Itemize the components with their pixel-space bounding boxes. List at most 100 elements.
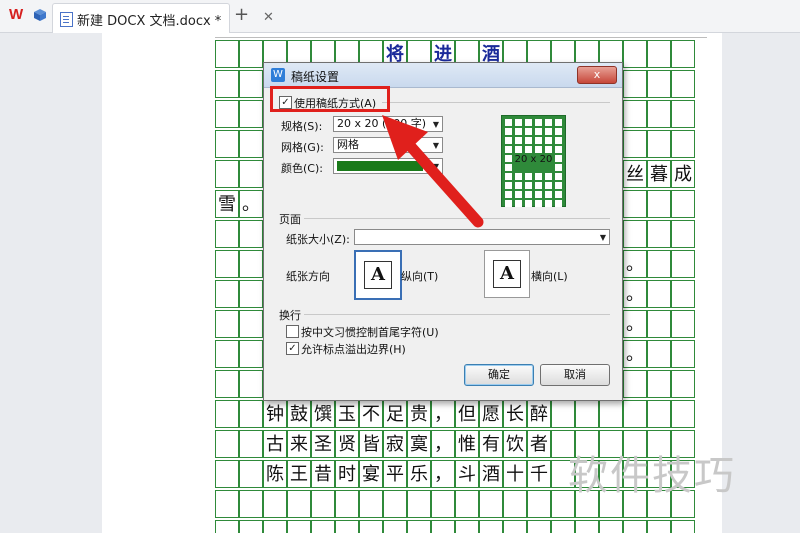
grid-cell: 暮 [647,160,671,188]
cancel-button[interactable]: 取消 [540,364,610,386]
preview-cell [505,155,512,162]
preview-cell [545,119,552,126]
grid-cell: 。 [239,190,263,218]
grid-cell: 皆 [359,430,383,458]
spec-label: 规格(S): [281,120,323,133]
grid-cell [623,70,647,98]
option2-checkbox[interactable]: ✓ [286,342,299,355]
new-tab-button[interactable]: + [234,4,249,25]
linebreak-section-title: 换行 [279,309,301,322]
preview-cell [525,191,532,198]
grid-cell [671,280,695,308]
dialog-titlebar[interactable]: W 稿纸设置 x [264,63,622,88]
grid-cell [647,190,671,218]
grid-cell [239,370,263,398]
grid-cell [263,520,287,533]
grid-row [215,520,707,533]
separator [304,218,610,219]
grid-cell [215,400,239,428]
grid-cell: 成 [671,160,695,188]
dialog-title: 稿纸设置 [291,70,340,84]
portrait-option[interactable]: A [354,250,402,300]
grid-select[interactable]: 网格 ▼ [333,137,443,153]
cube-icon[interactable] [33,8,47,22]
preview-cell [555,137,562,144]
preview-cell [515,137,522,144]
preview-cell [535,191,542,198]
preview-cell [505,119,512,126]
grid-row: 钟鼓馔玉不足贵，但愿长醉 [215,400,707,430]
grid-cell [551,400,575,428]
preview-cell [525,146,532,153]
document-icon [60,12,73,27]
grid-cell: 。 [623,280,647,308]
watermark-text: 软件技巧 [568,453,736,499]
grid-cell [599,400,623,428]
grid-cell: 饮 [503,430,527,458]
grid-cell: 寂 [383,430,407,458]
grid-cell [647,70,671,98]
option1-checkbox[interactable] [286,325,299,338]
grid-cell: 昔 [311,460,335,488]
preview-cell [515,128,522,135]
grid-cell: ， [431,430,455,458]
grid-cell [407,520,431,533]
grid-cell [647,340,671,368]
paper-size-label: 纸张大小(Z): [286,233,350,246]
grid-cell [623,400,647,428]
grid-cell [647,220,671,248]
grid-cell [407,490,431,518]
grid-cell: ， [431,400,455,428]
manuscript-settings-dialog: W 稿纸设置 x ✓ 使用稿纸方式(A) 规格(S): 20 x 20 (400… [263,62,623,401]
grid-cell: 酒 [479,460,503,488]
highlight-box [270,86,390,112]
dialog-close-button[interactable]: x [577,66,617,84]
preview-cell [515,182,522,189]
chevron-down-icon: ▼ [432,120,439,129]
grid-cell: 平 [383,460,407,488]
spec-select[interactable]: 20 x 20 (400 字) ▼ [333,116,443,132]
tab-close-icon[interactable]: ✕ [263,10,274,25]
landscape-option[interactable]: A [484,250,530,298]
grid-cell [287,490,311,518]
wps-logo-icon[interactable]: W [9,6,23,23]
grid-cell: 足 [383,400,407,428]
grid-cell [503,520,527,533]
preview-cell [515,119,522,126]
grid-cell [239,250,263,278]
paper-size-select[interactable]: ▼ [354,229,610,245]
grid-cell [215,490,239,518]
grid-cell: 雪 [215,190,239,218]
ok-button[interactable]: 确定 [464,364,534,386]
grid-cell [215,160,239,188]
grid-cell [671,130,695,158]
grid-cell [239,220,263,248]
preview-cell [535,200,542,207]
preview-cell [555,182,562,189]
app-w-icon: W [271,68,285,82]
preview-cell [555,155,562,162]
preview-cell [535,119,542,126]
grid-value: 网格 [337,138,359,151]
grid-cell [215,70,239,98]
portrait-a-icon: A [364,261,392,289]
grid-cell [527,520,551,533]
preview-cell [545,191,552,198]
grid-cell: 古 [263,430,287,458]
portrait-label: 纵向(T) [401,270,439,283]
grid-cell [623,40,647,68]
grid-cell: 愿 [479,400,503,428]
grid-cell [671,520,695,533]
grid-cell [263,490,287,518]
preview-cell [555,173,562,180]
grid-cell [239,160,263,188]
preview-cell [535,137,542,144]
color-select[interactable]: ▼ [333,158,443,174]
preview-cell [535,146,542,153]
option1-label: 按中文习惯控制首尾字符(U) [301,326,439,339]
tab-document[interactable]: 新建 DOCX 文档.docx * ✕ [52,3,274,33]
preview-cell [555,119,562,126]
preview-cell [515,173,522,180]
preview-cell [505,128,512,135]
grid-cell [623,370,647,398]
